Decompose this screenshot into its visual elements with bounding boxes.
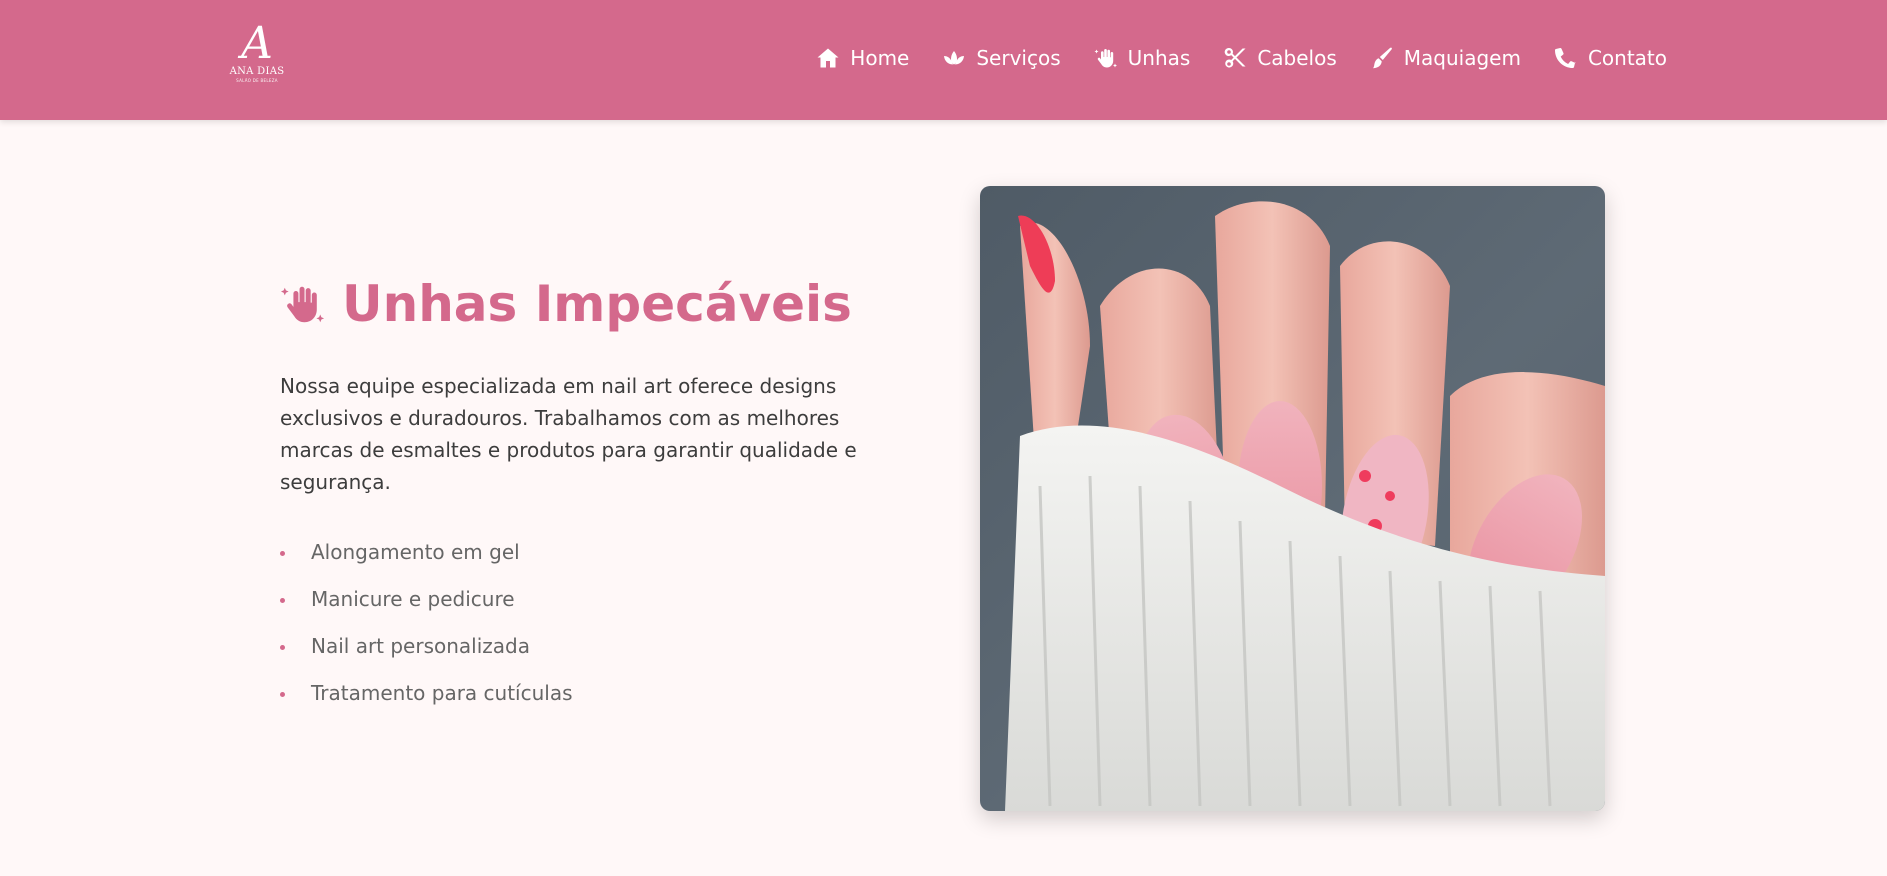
nav-item-label: Maquiagem: [1403, 46, 1521, 70]
site-header: A ANA DIAS SALÃO DE BELEZA Home Serviços…: [0, 0, 1887, 120]
brand-logo[interactable]: A ANA DIAS SALÃO DE BELEZA: [228, 22, 286, 84]
logo-tagline: SALÃO DE BELEZA: [236, 78, 278, 83]
nav-item-home[interactable]: Home: [816, 44, 909, 72]
page-title: Unhas Impecáveis: [342, 275, 852, 333]
nav-item-label: Contato: [1587, 46, 1667, 70]
nav-item-contato[interactable]: Contato: [1554, 44, 1667, 72]
nav-item-label: Cabelos: [1257, 46, 1337, 70]
nav-item-label: Unhas: [1127, 46, 1191, 70]
lotus-icon: [942, 46, 966, 70]
bullet-icon: [280, 551, 285, 556]
phone-icon: [1554, 46, 1578, 70]
list-item: Manicure e pedicure: [280, 575, 573, 622]
nav-item-label: Home: [850, 46, 910, 70]
nav-item-cabelos[interactable]: Cabelos: [1223, 44, 1337, 72]
bullet-icon: [280, 645, 285, 650]
bullet-icon: [280, 598, 285, 603]
hand-sparkles-icon: [280, 281, 326, 327]
nav-item-unhas[interactable]: Unhas: [1094, 44, 1191, 72]
section-heading: Unhas Impecáveis: [280, 272, 852, 336]
list-item-label: Nail art personalizada: [311, 633, 530, 658]
nav-item-servicos[interactable]: Serviços: [942, 44, 1061, 72]
bullet-icon: [280, 692, 285, 697]
scissors-icon: [1223, 46, 1247, 70]
list-item: Tratamento para cutículas: [280, 669, 573, 716]
manicure-photo: [980, 186, 1605, 811]
list-item: Nail art personalizada: [280, 622, 573, 669]
brush-icon: [1370, 46, 1394, 70]
list-item: Alongamento em gel: [280, 528, 573, 575]
section-description: Nossa equipe especializada em nail art o…: [280, 374, 857, 494]
home-icon: [816, 46, 840, 70]
nav-item-label: Serviços: [976, 46, 1061, 70]
manicure-illustration: [1005, 201, 1605, 811]
logo-monogram: A: [241, 18, 273, 69]
hand-sparkles-icon: [1094, 46, 1118, 70]
list-item-label: Manicure e pedicure: [311, 586, 515, 611]
list-item-label: Alongamento em gel: [311, 539, 520, 564]
feature-list: Alongamento em gel Manicure e pedicure N…: [280, 528, 573, 716]
list-item-label: Tratamento para cutículas: [311, 680, 573, 705]
main-nav: Home Serviços Unhas Cabelos Maquiagem Co…: [816, 44, 1667, 72]
nav-item-maquiagem[interactable]: Maquiagem: [1370, 44, 1521, 72]
logo-name: ANA DIAS: [229, 66, 285, 77]
